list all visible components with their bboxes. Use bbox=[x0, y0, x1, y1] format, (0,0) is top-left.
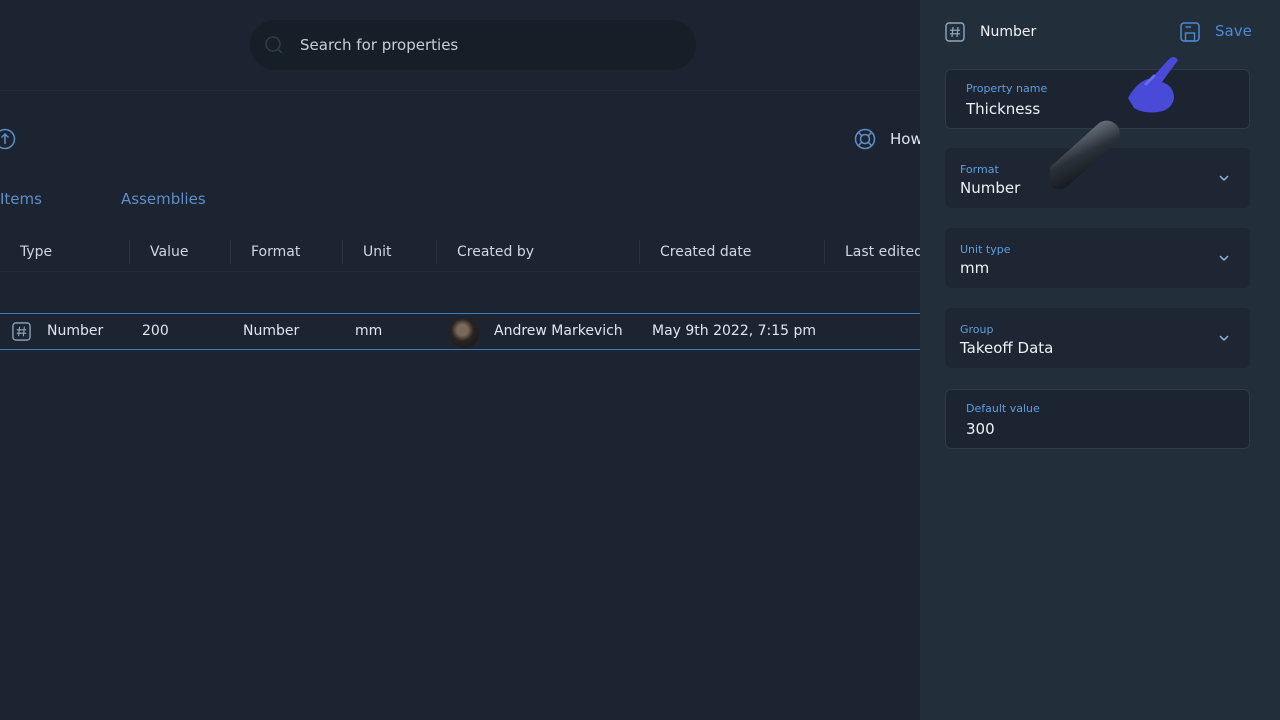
unit-type-label: Unit type bbox=[960, 243, 1011, 256]
cell-created-by: Andrew Markevich bbox=[494, 323, 623, 339]
column-divider bbox=[230, 240, 231, 264]
save-icon[interactable] bbox=[1179, 21, 1201, 43]
cell-unit: mm bbox=[355, 323, 383, 339]
chevron-down-icon[interactable] bbox=[1218, 252, 1230, 264]
column-header-unit[interactable]: Unit bbox=[363, 244, 392, 260]
column-header-type[interactable]: Type bbox=[20, 244, 52, 260]
table-header: Type Value Format Unit Created by Create… bbox=[0, 232, 920, 272]
property-name-label: Property name bbox=[966, 82, 1048, 95]
unit-type-value: mm bbox=[960, 259, 990, 277]
save-button[interactable]: Save bbox=[1215, 22, 1252, 40]
header-divider bbox=[0, 90, 920, 91]
avatar bbox=[449, 318, 479, 348]
upload-icon[interactable] bbox=[0, 128, 16, 150]
column-divider bbox=[342, 240, 343, 264]
group-select[interactable]: Group Takeoff Data bbox=[945, 308, 1250, 368]
column-header-created-by[interactable]: Created by bbox=[457, 244, 534, 260]
column-header-last-edited[interactable]: Last edited b bbox=[845, 244, 920, 260]
panel-title: Number bbox=[980, 24, 1037, 40]
chevron-down-icon[interactable] bbox=[1218, 172, 1230, 184]
search-bar[interactable]: Search for properties bbox=[250, 20, 696, 70]
column-divider bbox=[824, 240, 825, 264]
tab-assemblies[interactable]: Assemblies bbox=[121, 190, 206, 208]
property-edit-panel: Number Save Property name Thickness Form… bbox=[920, 0, 1280, 720]
column-header-created-date[interactable]: Created date bbox=[660, 244, 751, 260]
table-row[interactable]: Number 200 Number mm Andrew Markevich Ma… bbox=[0, 313, 920, 350]
cell-format: Number bbox=[243, 323, 300, 339]
cell-created-date: May 9th 2022, 7:15 pm bbox=[652, 323, 817, 339]
search-input[interactable]: Search for properties bbox=[300, 36, 458, 54]
format-select[interactable]: Format Number bbox=[945, 148, 1250, 208]
default-value-label: Default value bbox=[966, 402, 1040, 415]
column-header-format[interactable]: Format bbox=[251, 244, 300, 260]
search-icon bbox=[265, 36, 283, 54]
column-header-value[interactable]: Value bbox=[150, 244, 188, 260]
main-content: Search for properties How Items Assembli… bbox=[0, 0, 920, 720]
help-button[interactable]: How bbox=[854, 128, 920, 150]
unit-type-select[interactable]: Unit type mm bbox=[945, 228, 1250, 288]
panel-header: Number Save bbox=[920, 0, 1280, 64]
default-value-field[interactable]: Default value 300 bbox=[945, 389, 1250, 449]
chevron-down-icon[interactable] bbox=[1218, 332, 1230, 344]
hash-icon bbox=[12, 322, 31, 341]
group-label: Group bbox=[960, 323, 994, 336]
hash-icon bbox=[945, 22, 965, 42]
default-value-input[interactable]: 300 bbox=[966, 420, 995, 438]
property-name-input[interactable]: Thickness bbox=[966, 100, 1040, 118]
help-label: How bbox=[890, 130, 920, 148]
cell-value: 200 bbox=[142, 323, 169, 339]
property-name-field[interactable]: Property name Thickness bbox=[945, 69, 1250, 129]
format-value: Number bbox=[960, 179, 1021, 197]
format-label: Format bbox=[960, 163, 999, 176]
tab-items[interactable]: Items bbox=[0, 190, 42, 208]
column-divider bbox=[129, 240, 130, 264]
cell-type: Number bbox=[47, 323, 104, 339]
column-divider bbox=[436, 240, 437, 264]
group-value: Takeoff Data bbox=[960, 339, 1054, 357]
column-divider bbox=[639, 240, 640, 264]
lifebuoy-icon bbox=[854, 128, 876, 150]
